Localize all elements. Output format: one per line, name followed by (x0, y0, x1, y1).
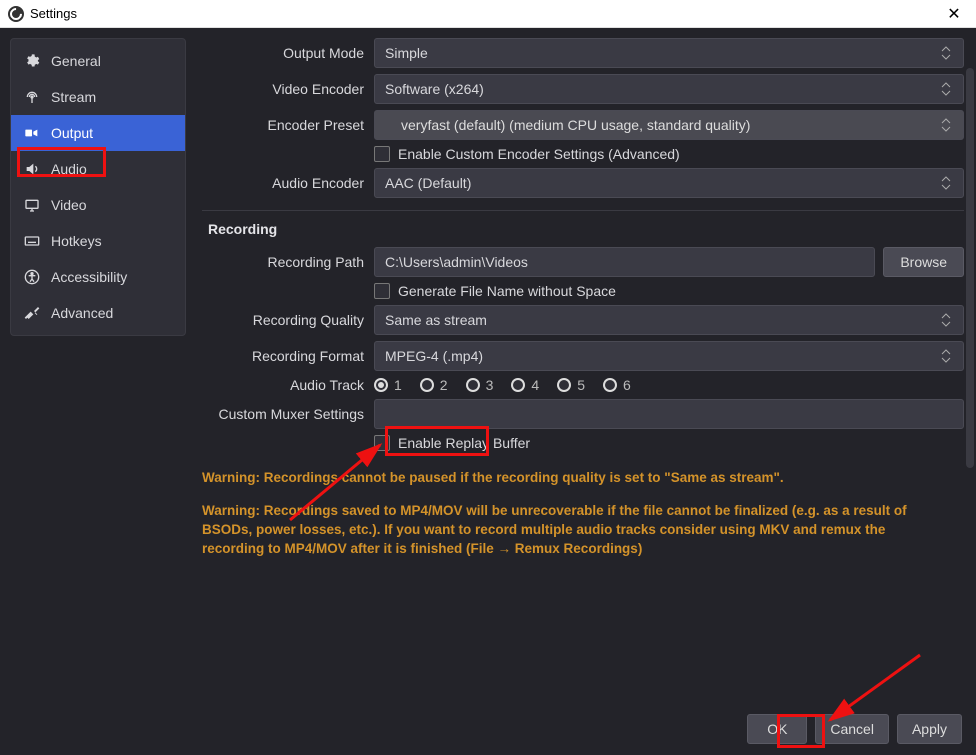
encoder-preset-label: Encoder Preset (202, 117, 374, 133)
cancel-button[interactable]: Cancel (815, 714, 889, 744)
encoder-preset-select[interactable]: veryfast (default) (medium CPU usage, st… (374, 110, 964, 140)
close-icon[interactable]: ✕ (940, 4, 968, 24)
gen-filename-checkbox[interactable]: Generate File Name without Space (374, 283, 616, 299)
enable-custom-encoder-checkbox[interactable]: Enable Custom Encoder Settings (Advanced… (374, 146, 680, 162)
browse-button[interactable]: Browse (883, 247, 964, 277)
ok-button[interactable]: OK (747, 714, 807, 744)
sidebar-item-advanced[interactable]: Advanced (11, 295, 185, 331)
sidebar-item-output[interactable]: Output (11, 115, 185, 151)
video-encoder-label: Video Encoder (202, 81, 374, 97)
recording-quality-label: Recording Quality (202, 312, 374, 328)
sidebar-item-label: Hotkeys (51, 233, 102, 249)
titlebar: Settings ✕ (0, 0, 976, 28)
recording-section-title: Recording (208, 221, 964, 237)
warning-block: Warning: Recordings cannot be paused if … (202, 469, 964, 559)
accessibility-icon (23, 268, 41, 286)
sidebar-item-label: Output (51, 125, 93, 141)
enable-replay-checkbox[interactable]: Enable Replay Buffer (374, 435, 530, 451)
recording-path-input[interactable]: C:\Users\admin\Videos (374, 247, 875, 277)
stepper-icon (941, 172, 959, 194)
radio-icon[interactable] (420, 378, 434, 392)
warning-text: Warning: Recordings cannot be paused if … (202, 469, 934, 488)
antenna-icon (23, 88, 41, 106)
sidebar-item-audio[interactable]: Audio (11, 151, 185, 187)
audio-track-option[interactable]: 3 (466, 377, 494, 393)
sidebar-item-hotkeys[interactable]: Hotkeys (11, 223, 185, 259)
sidebar-item-label: Advanced (51, 305, 113, 321)
scrollbar[interactable] (966, 68, 974, 468)
radio-icon[interactable] (557, 378, 571, 392)
audio-track-option[interactable]: 6 (603, 377, 631, 393)
sidebar-item-video[interactable]: Video (11, 187, 185, 223)
settings-content: Output Mode Simple Video Encoder (186, 28, 976, 701)
sidebar-item-label: Accessibility (51, 269, 127, 285)
radio-icon[interactable] (466, 378, 480, 392)
stepper-icon (941, 309, 959, 331)
radio-icon[interactable] (374, 378, 388, 392)
sidebar-item-label: Audio (51, 161, 87, 177)
dialog-footer: OK Cancel Apply (0, 701, 976, 755)
speaker-icon (23, 160, 41, 178)
checkbox-icon[interactable] (374, 146, 390, 162)
audio-encoder-label: Audio Encoder (202, 175, 374, 191)
custom-muxer-label: Custom Muxer Settings (202, 406, 374, 422)
audio-encoder-select[interactable]: AAC (Default) (374, 168, 964, 198)
sidebar-item-label: Video (51, 197, 87, 213)
keyboard-icon (23, 232, 41, 250)
checkbox-icon[interactable] (374, 435, 390, 451)
custom-muxer-input[interactable] (374, 399, 964, 429)
recording-format-select[interactable]: MPEG-4 (.mp4) (374, 341, 964, 371)
stepper-icon (941, 42, 959, 64)
sidebar-item-label: General (51, 53, 101, 69)
audio-track-group: 1 2 3 4 5 6 (374, 377, 631, 393)
radio-icon[interactable] (603, 378, 617, 392)
sidebar: General Stream Output Audio (10, 38, 186, 336)
radio-icon[interactable] (511, 378, 525, 392)
sidebar-item-accessibility[interactable]: Accessibility (11, 259, 185, 295)
monitor-icon (23, 196, 41, 214)
app-icon (8, 6, 24, 22)
output-icon (23, 124, 41, 142)
apply-button[interactable]: Apply (897, 714, 962, 744)
warning-text: Warning: Recordings saved to MP4/MOV wil… (202, 502, 934, 559)
audio-track-option[interactable]: 5 (557, 377, 585, 393)
output-mode-label: Output Mode (202, 45, 374, 61)
recording-format-label: Recording Format (202, 348, 374, 364)
video-encoder-select[interactable]: Software (x264) (374, 74, 964, 104)
stepper-icon (941, 78, 959, 100)
sidebar-item-general[interactable]: General (11, 43, 185, 79)
stepper-icon (941, 114, 959, 136)
tools-icon (23, 304, 41, 322)
checkbox-icon[interactable] (374, 283, 390, 299)
audio-track-option[interactable]: 4 (511, 377, 539, 393)
recording-path-label: Recording Path (202, 254, 374, 270)
audio-track-label: Audio Track (202, 377, 374, 393)
audio-track-option[interactable]: 1 (374, 377, 402, 393)
audio-track-option[interactable]: 2 (420, 377, 448, 393)
gear-icon (23, 52, 41, 70)
stepper-icon (941, 345, 959, 367)
output-mode-select[interactable]: Simple (374, 38, 964, 68)
recording-quality-select[interactable]: Same as stream (374, 305, 964, 335)
sidebar-item-stream[interactable]: Stream (11, 79, 185, 115)
window-title: Settings (30, 6, 77, 21)
sidebar-item-label: Stream (51, 89, 96, 105)
